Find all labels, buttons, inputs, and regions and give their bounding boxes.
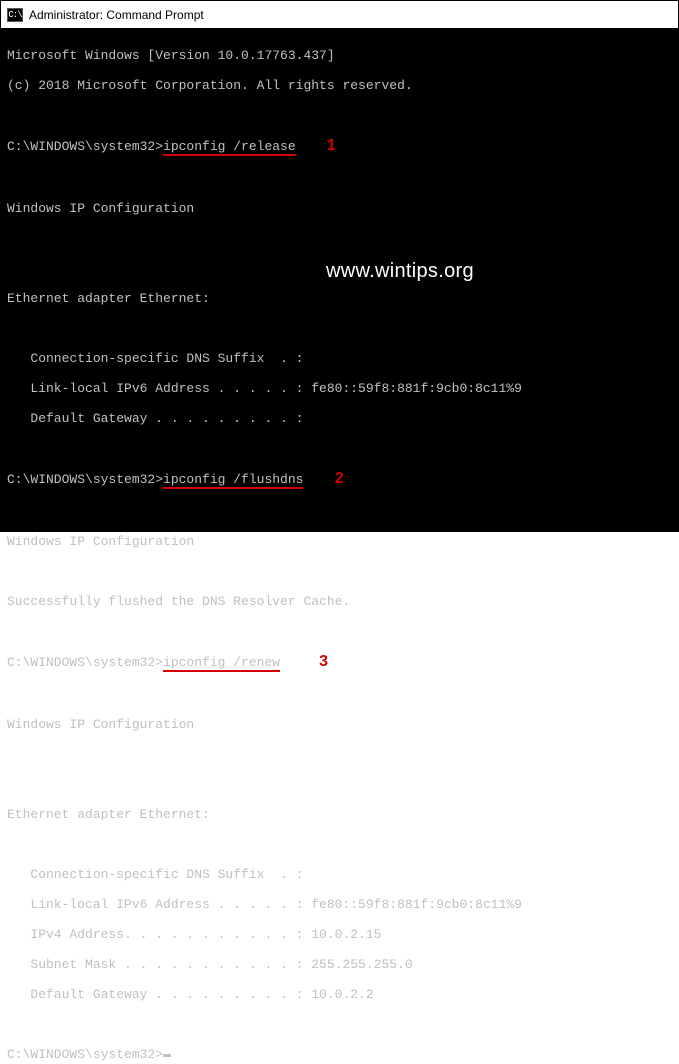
blank-line — [7, 837, 672, 852]
blank-line — [7, 231, 672, 246]
blank-line — [7, 624, 672, 639]
ip-config-header: Windows IP Configuration — [7, 534, 672, 549]
annotation-3: 3 — [319, 653, 328, 670]
blank-line — [7, 504, 672, 519]
blank-line — [7, 321, 672, 336]
command-1: ipconfig /release — [163, 139, 296, 156]
current-prompt-line: C:\WINDOWS\system32> — [7, 1047, 672, 1062]
command-3: ipconfig /renew — [163, 655, 280, 672]
watermark-text: www.wintips.org — [326, 264, 474, 279]
copyright-line: (c) 2018 Microsoft Corporation. All righ… — [7, 78, 672, 93]
dns-suffix-line: Connection-specific DNS Suffix . : — [7, 351, 672, 366]
dns-suffix-line: Connection-specific DNS Suffix . : — [7, 867, 672, 882]
blank-line — [7, 441, 672, 456]
blank-line — [7, 747, 672, 762]
version-line: Microsoft Windows [Version 10.0.17763.43… — [7, 48, 672, 63]
blank-line — [7, 564, 672, 579]
ipv6-line: Link-local IPv6 Address . . . . . : fe80… — [7, 897, 672, 912]
cmd-icon: C:\ — [7, 8, 23, 22]
blank-line — [7, 1017, 672, 1032]
ethernet-header: Ethernet adapter Ethernet: — [7, 807, 672, 822]
window-title: Administrator: Command Prompt — [29, 8, 204, 22]
gateway-line: Default Gateway . . . . . . . . . : 10.0… — [7, 987, 672, 1002]
ip-config-header: Windows IP Configuration — [7, 717, 672, 732]
blank-line — [7, 171, 672, 186]
titlebar[interactable]: C:\ Administrator: Command Prompt — [1, 1, 678, 29]
command-line-1: C:\WINDOWS\system32>ipconfig /release 1 — [7, 138, 672, 156]
command-2: ipconfig /flushdns — [163, 472, 303, 489]
prompt-text: C:\WINDOWS\system32> — [7, 139, 163, 154]
prompt-text: C:\WINDOWS\system32> — [7, 1047, 163, 1062]
prompt-text: C:\WINDOWS\system32> — [7, 472, 163, 487]
ipv4-line: IPv4 Address. . . . . . . . . . . : 10.0… — [7, 927, 672, 942]
terminal-output[interactable]: Microsoft Windows [Version 10.0.17763.43… — [1, 29, 678, 531]
flush-success-line: Successfully flushed the DNS Resolver Ca… — [7, 594, 672, 609]
command-line-3: C:\WINDOWS\system32>ipconfig /renew 3 — [7, 654, 672, 672]
prompt-text: C:\WINDOWS\system32> — [7, 655, 163, 670]
blank-line — [7, 687, 672, 702]
annotation-1: 1 — [327, 137, 336, 154]
ethernet-header: Ethernet adapter Ethernet: — [7, 291, 672, 306]
command-line-2: C:\WINDOWS\system32>ipconfig /flushdns 2 — [7, 471, 672, 489]
blank-line — [7, 777, 672, 792]
ip-config-header: Windows IP Configuration — [7, 201, 672, 216]
subnet-line: Subnet Mask . . . . . . . . . . . : 255.… — [7, 957, 672, 972]
gateway-line: Default Gateway . . . . . . . . . : — [7, 411, 672, 426]
annotation-2: 2 — [335, 470, 344, 487]
ipv6-line: Link-local IPv6 Address . . . . . : fe80… — [7, 381, 672, 396]
blank-line — [7, 108, 672, 123]
cursor — [163, 1054, 171, 1057]
